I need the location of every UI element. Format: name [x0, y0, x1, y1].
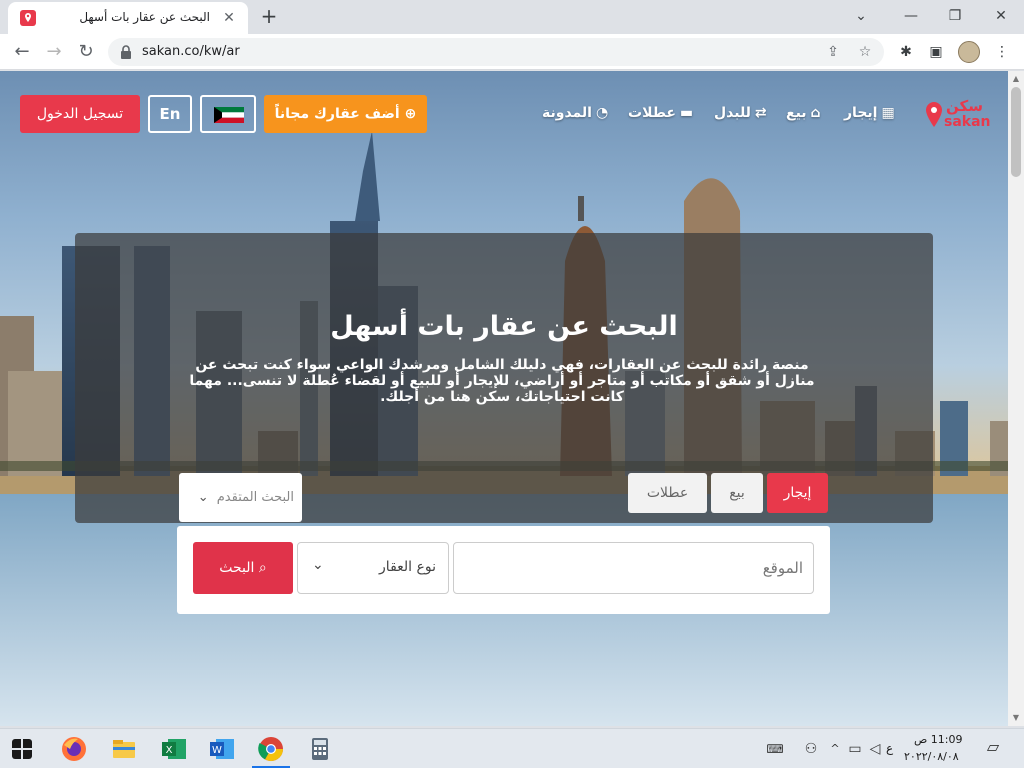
reload-icon[interactable]: ↻	[74, 40, 98, 64]
tab-close-icon[interactable]: ✕	[220, 9, 238, 27]
bed-icon: ▬	[679, 105, 694, 121]
browser-tab[interactable]: البحث عن عقار بات أسهل ✕	[8, 2, 248, 34]
share-icon[interactable]: ⇪	[824, 43, 842, 61]
browser-tabbar: البحث عن عقار بات أسهل ✕ + ⌄ — ❐ ✕	[0, 0, 1024, 34]
browser-toolbar: ← → ↻ sakan.co/kw/ar ⇪ ☆ ✱ ▣ ⋮	[0, 34, 1024, 70]
building-icon: ▦	[881, 105, 895, 121]
scroll-up-icon[interactable]: ▲	[1011, 74, 1021, 84]
extensions-icon[interactable]: ✱	[896, 42, 916, 62]
show-hidden-icons-icon[interactable]: ^	[826, 740, 844, 758]
advanced-search-toggle[interactable]: البحث المتقدم ⌄	[179, 473, 302, 522]
tab-search-icon[interactable]: ⌄	[846, 4, 876, 28]
restore-icon[interactable]: ❐	[940, 4, 970, 28]
property-type-label: نوع العقار	[379, 559, 436, 575]
lock-icon	[121, 45, 131, 59]
add-property-label: أضف عقارك مجاناً	[274, 106, 400, 122]
search-tab-sale[interactable]: بيع	[711, 473, 763, 513]
hero-description: منصة رائدة للبحث عن العقارات، فهي دليلك …	[189, 357, 815, 405]
search-panel: نوع العقار ⌄ ⌕ البحث	[177, 526, 830, 614]
scrollbar-thumb[interactable]	[1011, 87, 1021, 177]
logo-arabic-text: سكن	[946, 97, 983, 115]
firefox-icon[interactable]	[60, 735, 88, 763]
advanced-search-label: البحث المتقدم	[216, 490, 294, 505]
input-language-indicator[interactable]: ع	[886, 741, 893, 755]
close-window-icon[interactable]: ✕	[986, 4, 1016, 28]
nav-item-sale[interactable]: ⌂بيع	[786, 105, 821, 121]
svg-text:X: X	[166, 745, 173, 756]
url-text: sakan.co/kw/ar	[142, 44, 240, 59]
search-button-label: البحث	[219, 560, 255, 576]
login-button[interactable]: تسجيل الدخول	[20, 95, 140, 133]
hero-title: البحث عن عقار بات أسهل	[330, 311, 678, 342]
bookmark-star-icon[interactable]: ☆	[856, 43, 874, 61]
search-button[interactable]: ⌕ البحث	[193, 542, 293, 594]
search-tab-rent[interactable]: إيجار	[767, 473, 828, 513]
calculator-icon[interactable]	[306, 735, 334, 763]
chrome-icon[interactable]	[257, 735, 285, 763]
sakan-favicon-icon	[20, 10, 36, 26]
profile-avatar[interactable]	[958, 41, 980, 63]
network-icon[interactable]: ▭	[846, 740, 864, 758]
plus-circle-icon: ⊕	[404, 106, 417, 122]
excel-icon[interactable]: X	[160, 735, 188, 763]
chevron-down-icon: ⌄	[312, 557, 324, 573]
nav-item-rent[interactable]: ▦إيجار	[844, 105, 895, 121]
new-tab-button[interactable]: +	[258, 6, 280, 28]
chevron-down-icon: ⌄	[197, 490, 209, 505]
location-input[interactable]	[453, 542, 814, 594]
add-property-button[interactable]: ⊕ أضف عقارك مجاناً	[264, 95, 427, 133]
address-bar[interactable]: sakan.co/kw/ar ⇪ ☆	[108, 38, 884, 66]
people-tray-icon[interactable]: ⚇	[802, 740, 820, 758]
forward-icon[interactable]: →	[42, 40, 66, 64]
exchange-icon: ⇄	[754, 105, 767, 121]
search-tab-holidays[interactable]: عطلات	[628, 473, 707, 513]
logo-english-text: sakan	[944, 114, 991, 130]
rss-icon: ◔	[595, 105, 609, 121]
windows-taskbar: X W ⌨ ⚇ ^ ▭ ◁ ع 11:09 ص ٢٠٢٢/٠٨/٠٨ ▱	[0, 728, 1024, 768]
side-panel-icon[interactable]: ▣	[926, 42, 946, 62]
svg-text:W: W	[212, 745, 222, 756]
volume-icon[interactable]: ◁	[866, 740, 884, 758]
word-icon[interactable]: W	[208, 735, 236, 763]
scroll-down-icon[interactable]: ▼	[1011, 713, 1021, 723]
search-icon: ⌕	[258, 560, 267, 576]
keyboard-tray-icon[interactable]: ⌨	[766, 740, 784, 758]
home-icon: ⌂	[810, 105, 821, 121]
browser-menu-icon[interactable]: ⋮	[992, 42, 1012, 62]
page-viewport: سكن sakan ▦إيجار ⌂بيع ⇄للبدل ▬عطلات ◔الم…	[0, 71, 1008, 726]
property-type-select[interactable]: نوع العقار ⌄	[297, 542, 449, 594]
minimize-icon[interactable]: —	[896, 4, 926, 28]
clock-date[interactable]: ٢٠٢٢/٠٨/٠٨	[904, 750, 959, 763]
windows-start-icon[interactable]	[12, 739, 32, 759]
logo-pin-icon	[926, 102, 942, 127]
back-icon[interactable]: ←	[10, 40, 34, 64]
clock-time[interactable]: 11:09 ص	[914, 733, 963, 746]
kuwait-flag-icon	[214, 107, 244, 123]
nav-item-holidays[interactable]: ▬عطلات	[628, 105, 693, 121]
nav-item-exchange[interactable]: ⇄للبدل	[714, 105, 767, 121]
nav-item-blog[interactable]: ◔المدونة	[542, 105, 608, 121]
sakan-logo[interactable]: سكن sakan	[924, 97, 996, 137]
language-toggle-button[interactable]: En	[148, 95, 192, 133]
file-explorer-icon[interactable]	[110, 735, 138, 763]
tab-title: البحث عن عقار بات أسهل	[79, 10, 210, 24]
notifications-icon[interactable]: ▱	[982, 738, 1004, 760]
country-selector-button[interactable]	[200, 95, 256, 133]
page-scrollbar[interactable]: ▲ ▼	[1008, 71, 1024, 726]
